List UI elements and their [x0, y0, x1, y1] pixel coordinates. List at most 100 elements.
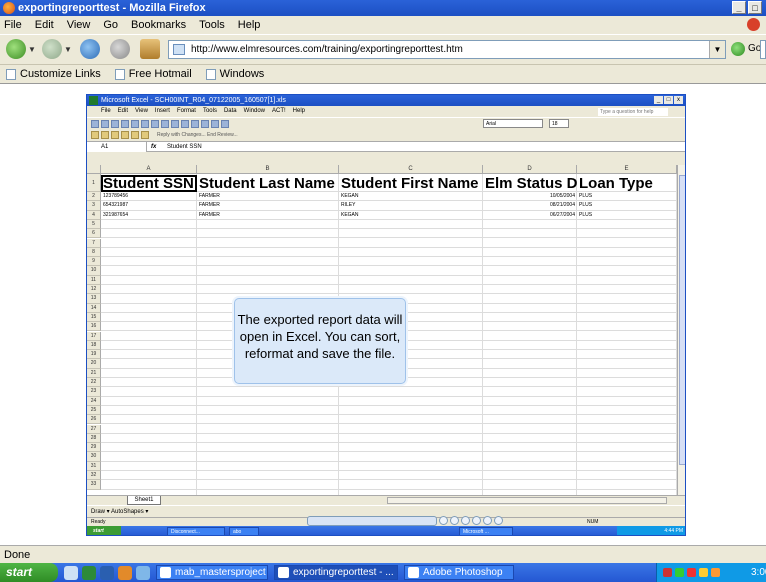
- excel-minimize-button: _: [654, 96, 663, 104]
- back-dropdown-icon[interactable]: ▼: [28, 45, 36, 54]
- excel-menu-tools: Tools: [202, 108, 217, 114]
- navigation-toolbar: ▼ ▼ http://www.elmresources.com/training…: [0, 34, 766, 64]
- tray-icon[interactable]: [711, 568, 720, 577]
- quick-launch-icon[interactable]: [136, 565, 150, 580]
- bookmark-free-hotmail[interactable]: Free Hotmail: [114, 68, 192, 80]
- row-header: 18: [87, 340, 101, 351]
- menu-view[interactable]: View: [67, 19, 91, 31]
- excel-status-ready: Ready: [91, 519, 106, 525]
- quick-launch-icon[interactable]: [100, 565, 114, 580]
- menu-bookmarks[interactable]: Bookmarks: [131, 19, 186, 31]
- forward-dropdown-icon[interactable]: ▼: [64, 45, 72, 54]
- minimize-button[interactable]: _: [732, 1, 746, 14]
- row-header: 7: [87, 238, 101, 248]
- menu-go[interactable]: Go: [103, 19, 118, 31]
- go-icon[interactable]: [731, 42, 745, 56]
- url-dropdown-icon[interactable]: ▼: [709, 41, 725, 58]
- bookmark-page-icon: [205, 68, 216, 80]
- excel-review-text: Reply with Changes... End Review...: [157, 132, 238, 138]
- data-cell: RILEY: [341, 202, 356, 209]
- task-mab-mastersproject[interactable]: mab_mastersproject - Mic...: [156, 565, 268, 580]
- row-header: 20: [87, 359, 101, 369]
- menu-tools[interactable]: Tools: [199, 19, 225, 31]
- row-header: 31: [87, 461, 101, 471]
- menu-edit[interactable]: Edit: [35, 19, 54, 31]
- excel-scroll-thumb: [679, 175, 685, 465]
- menu-help[interactable]: Help: [238, 19, 261, 31]
- grid-row: [101, 425, 677, 434]
- maximize-button[interactable]: □: [748, 1, 762, 14]
- stop-button[interactable]: [110, 39, 130, 59]
- header-cell: Student First Name: [341, 175, 479, 192]
- grid-row: [101, 452, 677, 462]
- quick-launch-icon[interactable]: [64, 565, 78, 580]
- column-header: B: [197, 165, 339, 174]
- bookmark-windows[interactable]: Windows: [205, 68, 265, 80]
- quick-launch-icon[interactable]: [118, 565, 132, 580]
- column-header: C: [339, 165, 483, 174]
- excel-formula-bar: A1 fx Student SSN: [87, 141, 685, 152]
- row-header: 4: [87, 210, 101, 220]
- data-cell: 06/27/2004: [549, 211, 575, 218]
- data-cell: FARMER: [199, 211, 220, 218]
- excel-menu-file: File: [101, 108, 111, 114]
- grid-row: [101, 266, 677, 276]
- row-header: 5: [87, 219, 101, 230]
- task-exportingreporttest[interactable]: exportingreporttest - ...: [274, 565, 398, 580]
- print-icon: [121, 120, 129, 128]
- search-box[interactable]: [760, 40, 766, 59]
- inner-task-abo: abo: [229, 527, 259, 535]
- url-bar[interactable]: http://www.elmresources.com/training/exp…: [168, 40, 726, 59]
- review-icon: [111, 131, 119, 139]
- excel-sheet-tabs: Sheet1: [87, 495, 685, 505]
- sort-icon: [211, 120, 219, 128]
- row-header: 2: [87, 192, 101, 202]
- menu-file[interactable]: File: [4, 19, 22, 31]
- grid-corner: [87, 165, 101, 174]
- bookmark-page-icon: [114, 68, 125, 80]
- windows-taskbar: start mab_mastersproject - Mic... export…: [0, 563, 766, 582]
- bookmark-label: Windows: [219, 68, 265, 80]
- sheet-tab: Sheet1: [127, 496, 161, 505]
- quick-launch-icon[interactable]: [82, 565, 96, 580]
- row-header: 23: [87, 387, 101, 397]
- grid-row: [101, 239, 677, 248]
- url-text: http://www.elmresources.com/training/exp…: [191, 44, 463, 55]
- paste-icon: [171, 120, 179, 128]
- tray-icon[interactable]: [663, 568, 672, 577]
- row-header: 3: [87, 201, 101, 211]
- open-icon: [101, 120, 109, 128]
- row-header: 32: [87, 471, 101, 481]
- media-button-icon: [494, 516, 503, 525]
- header-cell: Loan Type: [579, 175, 653, 192]
- forward-button[interactable]: [42, 39, 62, 59]
- reload-button[interactable]: [80, 39, 100, 59]
- row-header: 21: [87, 368, 101, 378]
- firefox-icon: [3, 2, 15, 14]
- data-cell: KEGAN: [341, 211, 359, 218]
- tray-icon[interactable]: [699, 568, 708, 577]
- excel-window-controls: _ □ x: [654, 96, 683, 104]
- home-button[interactable]: [140, 39, 160, 59]
- sum-icon: [201, 120, 209, 128]
- grid-row: [101, 257, 677, 267]
- row-header: 17: [87, 331, 101, 341]
- excel-review-toolbar: Reply with Changes... End Review...: [87, 129, 685, 141]
- row-header: 30: [87, 452, 101, 462]
- column-header: D: [483, 165, 577, 174]
- task-adobe-photoshop[interactable]: Adobe Photoshop: [404, 565, 514, 580]
- data-cell: 08/21/2004: [549, 202, 575, 209]
- excel-standard-toolbar: Arial 18: [87, 117, 685, 129]
- inner-taskbar: start Disconnect... abo Microsoft ... 4:…: [87, 526, 685, 535]
- data-cell: PLUS: [579, 193, 593, 199]
- save-icon: [111, 120, 119, 128]
- excel-formula-value: Student SSN: [167, 144, 202, 150]
- back-button[interactable]: [6, 39, 26, 59]
- photoshop-icon: [408, 567, 419, 578]
- tray-icon[interactable]: [687, 568, 696, 577]
- start-button[interactable]: start: [0, 563, 58, 582]
- bookmark-customize-links[interactable]: Customize Links: [6, 68, 101, 80]
- grid-row: [101, 276, 677, 285]
- tray-icon[interactable]: [675, 568, 684, 577]
- word-icon: [160, 567, 171, 578]
